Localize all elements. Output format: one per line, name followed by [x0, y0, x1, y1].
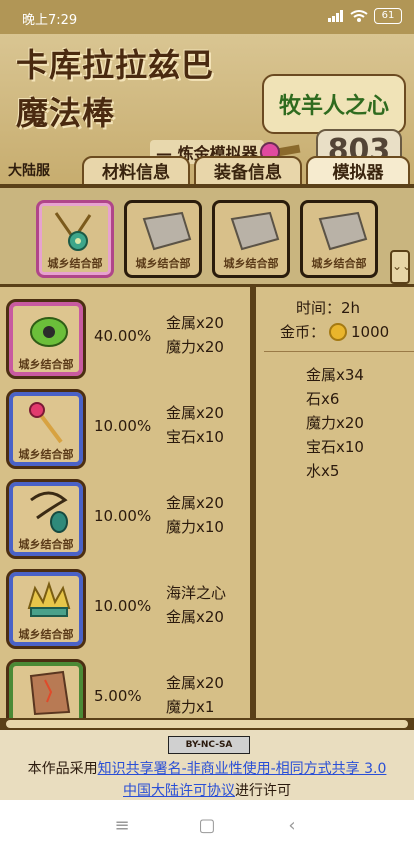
material-item: 魔力x10: [166, 518, 224, 536]
simulator-main: 城乡结合部 40.00% 金属x20 魔力x20 城乡结合部 10.00% 金属…: [0, 287, 414, 739]
license-link[interactable]: 知识共享署名-非商业性使用-相同方式共享 3.0: [98, 761, 387, 777]
crown-icon: [27, 580, 71, 617]
material-item: 金属x20: [166, 314, 224, 332]
license-suffix: 进行许可: [235, 783, 291, 799]
cc-license-badge[interactable]: BY-NC-SA: [168, 736, 250, 754]
home-icon[interactable]: ▢: [193, 812, 221, 840]
summary-divider: [264, 351, 414, 352]
license-link-region[interactable]: 中国大陆许可协议: [123, 783, 235, 799]
gold-value: 1000: [351, 322, 390, 341]
license-footer: BY-NC-SA 本作品采用知识共享署名-非商业性使用-相同方式共享 3.0 中…: [0, 730, 414, 800]
back-icon[interactable]: ‹: [278, 812, 306, 840]
summary-pane: 时间：2h 金币： 1000 金属x34 石x6 魔力x20 宝石x10 水x5: [256, 287, 414, 727]
amulet-icon: [54, 212, 92, 251]
recipe-row[interactable]: 城乡结合部 10.00% 海洋之心 金属x20: [0, 563, 250, 653]
card-label: 城乡结合部: [18, 358, 74, 371]
strip-slot-amulet[interactable]: 城乡结合部: [36, 200, 114, 278]
material-item: 金属x20: [166, 494, 224, 512]
total-item: 金属x34: [306, 366, 364, 384]
material-strip: 城乡结合部 城乡结合部 城乡结合部 城乡结合部 ⌄⌄: [0, 188, 414, 287]
total-item: 宝石x10: [306, 438, 364, 456]
staff-icon: [29, 402, 63, 444]
strip-slot-stone[interactable]: 城乡结合部: [300, 200, 378, 278]
recipe-materials: 金属x20 宝石x10: [166, 401, 224, 449]
stone-icon: [318, 211, 368, 251]
eye-amulet-icon: [30, 317, 68, 347]
page-title-line1: 卡库拉拉兹巴: [16, 46, 215, 84]
recipe-percent: 40.00%: [94, 327, 152, 345]
material-item: 金属x20: [166, 608, 224, 626]
recipe-percent: 10.00%: [94, 507, 152, 525]
recipe-card[interactable]: 城乡结合部: [6, 479, 86, 559]
material-item: 宝石x10: [166, 428, 224, 446]
horizontal-scrollbar[interactable]: [0, 718, 414, 730]
time-label: 时间：2h: [296, 299, 361, 317]
status-time: 晚上7:29: [22, 13, 78, 28]
recipe-percent: 10.00%: [94, 597, 152, 615]
license-prefix: 本作品采用: [27, 761, 98, 777]
scrollbar-thumb[interactable]: [6, 720, 408, 728]
strip-slot-stone[interactable]: 城乡结合部: [124, 200, 202, 278]
recipe-card[interactable]: 城乡结合部: [6, 569, 86, 649]
recipe-materials: 金属x20 魔力x10: [166, 491, 224, 539]
slot-label: 城乡结合部: [47, 257, 103, 270]
menu-icon[interactable]: ≡: [108, 812, 136, 840]
material-item: 魔力x20: [166, 338, 224, 356]
game-logo: 牧羊人之心: [262, 74, 406, 134]
coin-icon: [329, 322, 348, 341]
tab-bar: 大陆服 材料信息 装备信息 模拟器: [0, 150, 414, 190]
strip-slot-stone[interactable]: 城乡结合部: [212, 200, 290, 278]
rock-icon: [29, 670, 71, 716]
card-label: 城乡结合部: [18, 628, 74, 641]
slot-label: 城乡结合部: [135, 257, 191, 270]
recipe-card[interactable]: 城乡结合部: [6, 389, 86, 469]
recipe-card[interactable]: 城乡结合部: [6, 299, 86, 379]
page-title-line2: 魔法棒: [16, 94, 116, 132]
card-label: 城乡结合部: [18, 448, 74, 461]
recipe-row[interactable]: 城乡结合部 40.00% 金属x20 魔力x20: [0, 293, 250, 383]
status-bar: 晚上7:29 61: [0, 0, 414, 34]
total-materials: 金属x34 石x6 魔力x20 宝石x10 水x5: [306, 363, 364, 483]
license-text: 本作品采用知识共享署名-非商业性使用-相同方式共享 3.0 中国大陆许可协议进行…: [20, 758, 394, 802]
material-item: 金属x20: [166, 404, 224, 422]
recipe-row[interactable]: 城乡结合部 10.00% 金属x20 魔力x10: [0, 473, 250, 563]
recipe-materials: 海洋之心 金属x20: [166, 581, 226, 629]
material-item: 海洋之心: [166, 584, 227, 602]
gold-label: 金币：: [280, 323, 326, 341]
recipe-materials: 金属x20 魔力x20: [166, 311, 224, 359]
gold-line: 金币： 1000: [280, 321, 389, 342]
stone-icon: [142, 211, 192, 251]
chevron-down-icon[interactable]: ⌄⌄: [390, 250, 412, 284]
material-item: 魔力x1: [166, 698, 215, 716]
slot-label: 城乡结合部: [311, 257, 367, 270]
recipe-percent: 10.00%: [94, 417, 152, 435]
card-label: 城乡结合部: [18, 538, 74, 551]
recipe-row[interactable]: 城乡结合部 10.00% 金属x20 宝石x10: [0, 383, 250, 473]
recipe-percent: 5.00%: [94, 687, 142, 705]
server-label[interactable]: 大陆服: [8, 160, 50, 180]
signal-icon: [328, 10, 344, 22]
slot-label: 城乡结合部: [223, 257, 279, 270]
beetle-amulet-icon: [30, 491, 68, 533]
status-icons: 61: [328, 8, 402, 24]
stone-icon: [230, 211, 280, 251]
total-item: 水x5: [306, 462, 340, 480]
recipe-materials: 金属x20 魔力x1: [166, 671, 224, 719]
battery-icon: 61: [374, 8, 402, 24]
wifi-icon: [350, 10, 368, 22]
total-item: 魔力x20: [306, 414, 364, 432]
material-item: 金属x20: [166, 674, 224, 692]
system-navbar: ≡ ▢ ‹: [0, 800, 414, 852]
total-item: 石x6: [306, 390, 340, 408]
